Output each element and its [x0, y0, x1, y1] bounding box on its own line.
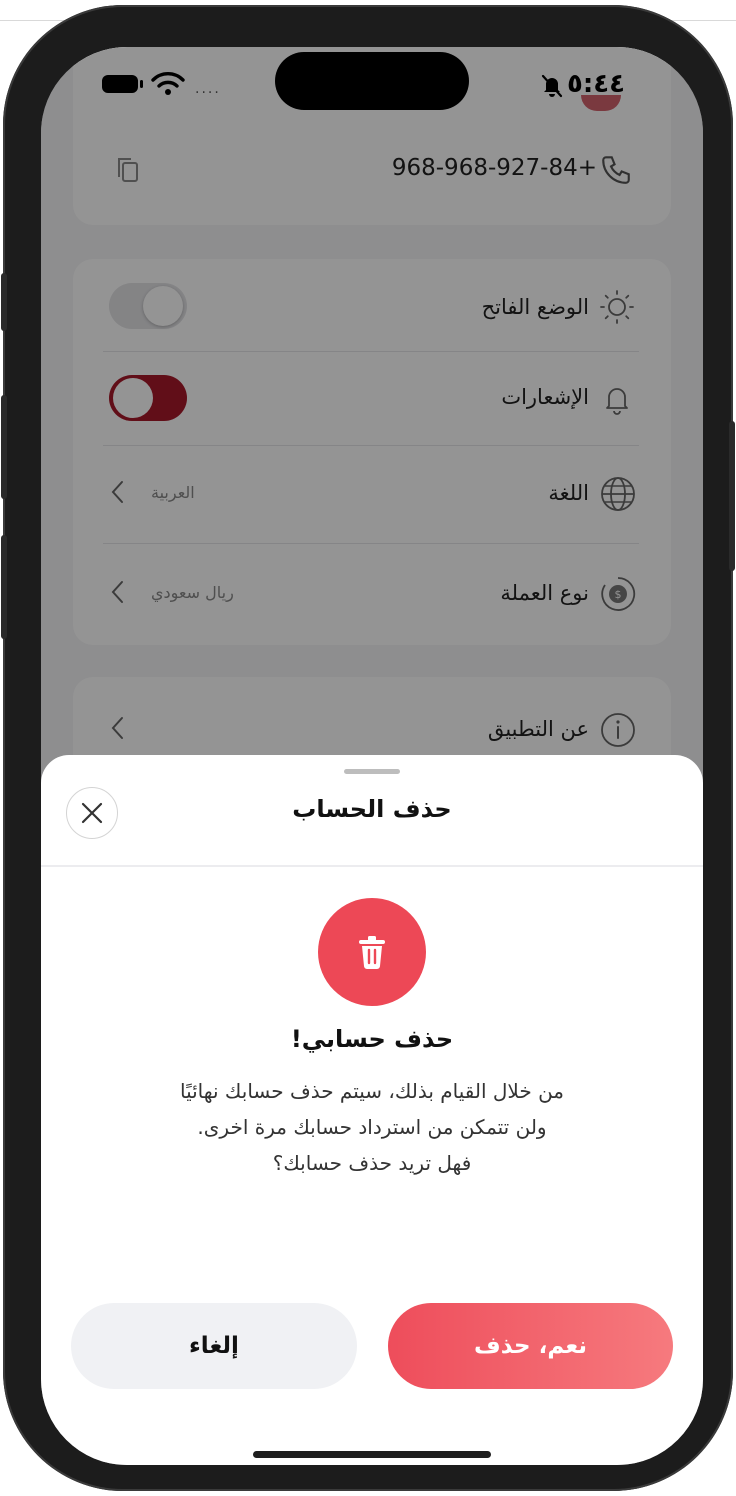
delete-heading: حذف حسابي! [290, 1025, 454, 1053]
side-button-volume-up [1, 395, 7, 499]
trash-badge [318, 898, 426, 1006]
message-line-2: ولن تتمكن من استرداد حسابك مرة اخرى. [197, 1115, 547, 1139]
side-button-power [729, 421, 735, 571]
dynamic-island [275, 52, 469, 110]
battery-icon [101, 73, 145, 99]
sheet-drag-handle[interactable] [344, 769, 400, 774]
delete-account-sheet: حذف الحساب حذف حسابي! من خلال القيام بذل… [41, 755, 703, 1465]
screen: 968-968-927-84+ الوضع الفاتح الإشعارات ا… [41, 47, 703, 1465]
side-button-mute [1, 273, 7, 331]
message-line-3: فهل تريد حذف حسابك؟ [272, 1151, 472, 1175]
signal-dots: .... [195, 81, 221, 97]
message-line-1: من خلال القيام بذلك، سيتم حذف حسابك نهائ… [179, 1079, 565, 1103]
sheet-divider [41, 865, 703, 867]
trash-icon [356, 934, 388, 974]
status-bar: .... ٥:٤٤ [41, 47, 703, 127]
bell-muted-icon [539, 73, 565, 103]
phone-frame: 968-968-927-84+ الوضع الفاتح الإشعارات ا… [1, 5, 735, 1491]
confirm-delete-button[interactable]: نعم، حذف [388, 1303, 673, 1389]
sheet-title: حذف الحساب [292, 795, 452, 823]
side-button-volume-down [1, 535, 7, 639]
wifi-icon [151, 71, 185, 101]
cancel-button[interactable]: إلغاء [71, 1303, 357, 1389]
home-indicator[interactable] [253, 1451, 491, 1458]
status-time: ٥:٤٤ [567, 69, 626, 99]
